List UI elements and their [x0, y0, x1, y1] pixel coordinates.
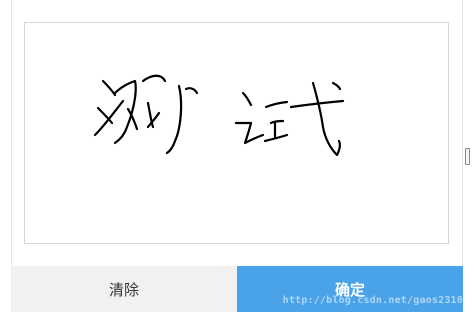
stroke	[311, 81, 341, 157]
stroke	[264, 100, 289, 109]
stroke	[234, 121, 265, 145]
scrollbar-handle[interactable]	[465, 148, 470, 165]
clear-button-label: 清除	[108, 280, 139, 299]
stroke	[184, 87, 199, 95]
clear-button[interactable]: 清除	[11, 266, 237, 312]
stroke	[96, 106, 114, 125]
stroke	[93, 99, 125, 137]
stroke	[241, 91, 253, 107]
watermark-text: http://blog.csdn.net/gaos2310	[282, 295, 463, 306]
stroke	[331, 81, 342, 91]
stroke	[141, 74, 167, 83]
signature-canvas[interactable]	[24, 22, 449, 244]
stroke	[101, 79, 117, 97]
handwriting-strokes	[93, 74, 345, 157]
stroke	[165, 84, 183, 155]
stroke	[269, 119, 285, 125]
stroke	[113, 79, 137, 145]
confirm-button[interactable]: 确定 http://blog.csdn.net/gaos2310	[237, 266, 463, 312]
